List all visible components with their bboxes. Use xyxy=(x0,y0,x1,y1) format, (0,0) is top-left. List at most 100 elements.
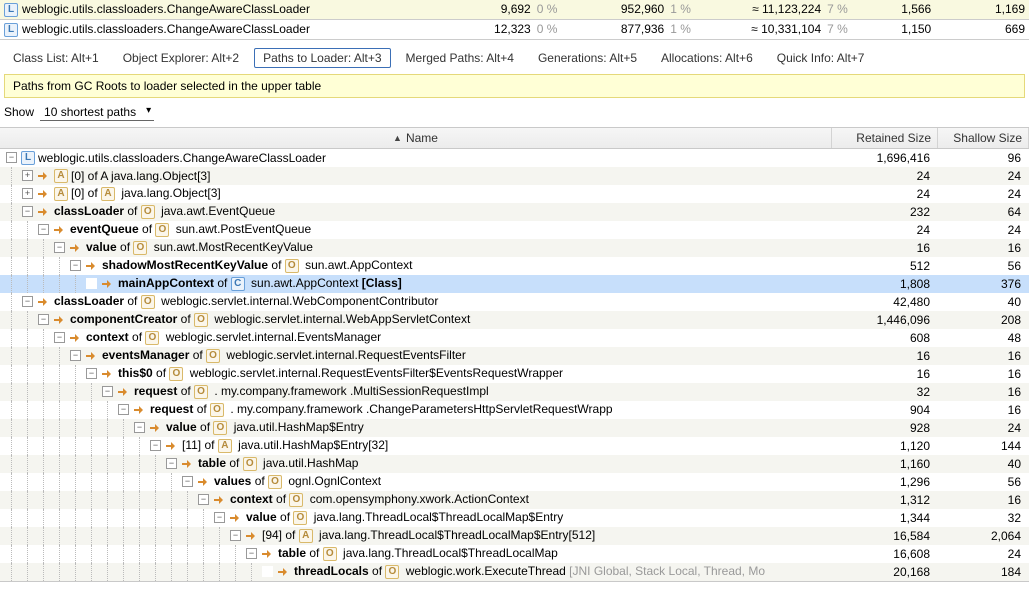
collapse-icon[interactable]: − xyxy=(22,296,33,307)
collapse-icon[interactable]: − xyxy=(54,242,65,253)
row-label: table of O java.util.HashMap xyxy=(198,456,358,471)
collapse-icon[interactable]: − xyxy=(182,476,193,487)
tree-row[interactable]: −request of O . my.company.framework .Mu… xyxy=(0,383,1029,401)
reference-icon xyxy=(69,241,83,255)
collapse-icon[interactable]: − xyxy=(230,530,241,541)
collapse-icon[interactable]: − xyxy=(38,224,49,235)
tab[interactable]: Object Explorer: Alt+2 xyxy=(114,48,248,68)
tree-row[interactable]: threadLocals of O weblogic.work.ExecuteT… xyxy=(0,563,1029,581)
class-name: weblogic.utils.classloaders.ChangeAwareC… xyxy=(22,2,310,16)
collapse-icon[interactable]: − xyxy=(38,314,49,325)
tab[interactable]: Quick Info: Alt+7 xyxy=(768,48,874,68)
collapse-icon[interactable]: − xyxy=(102,386,113,397)
type-icon: O xyxy=(293,511,307,525)
retained-size: 20,168 xyxy=(832,565,938,579)
retained-size: 512 xyxy=(832,259,938,273)
tree-row[interactable]: − context of O weblogic.servlet.internal.… xyxy=(0,329,1029,347)
reference-icon xyxy=(149,421,163,435)
tree-row[interactable]: −context of O com.opensymphony.xwork.Act… xyxy=(0,491,1029,509)
collapse-icon[interactable]: − xyxy=(70,350,81,361)
collapse-icon[interactable]: − xyxy=(86,368,97,379)
paths-tree[interactable]: ▲Name Retained Size Shallow Size −Lweblo… xyxy=(0,127,1029,582)
collapse-icon[interactable]: − xyxy=(54,332,65,343)
tree-row[interactable]: −[11] of A java.util.HashMap$Entry[32]1,… xyxy=(0,437,1029,455)
tree-row[interactable]: −values of O ognl.OgnlContext1,29656 xyxy=(0,473,1029,491)
shallow-size: 24 xyxy=(938,547,1029,561)
header-shallow[interactable]: Shallow Size xyxy=(938,128,1029,148)
row-label: classLoader of O weblogic.servlet.intern… xyxy=(54,294,438,309)
reference-icon xyxy=(133,403,147,417)
tree-row[interactable]: −shadowMostRecentKeyValue of O sun.awt.A… xyxy=(0,257,1029,275)
tree-row[interactable]: −classLoader of O java.awt.EventQueue232… xyxy=(0,203,1029,221)
retained-size: 1,120 xyxy=(832,439,938,453)
leaf-icon xyxy=(86,278,97,289)
retained-size: 16,608 xyxy=(832,547,938,561)
show-bar: Show 10 shortest paths xyxy=(0,100,1029,127)
tree-row[interactable]: −request of O . my.company.framework .Ch… xyxy=(0,401,1029,419)
top-class-table[interactable]: Lweblogic.utils.classloaders.ChangeAware… xyxy=(0,0,1029,40)
row-label: context of O weblogic.servlet.internal.E… xyxy=(86,330,381,345)
tree-row[interactable]: +A[0] of A java.lang.Object[3]2424 xyxy=(0,185,1029,203)
tree-row[interactable]: −componentCreator of O weblogic.servlet.… xyxy=(0,311,1029,329)
retained-size: 1,312 xyxy=(832,493,938,507)
shallow-size: 208 xyxy=(938,313,1029,327)
tree-row[interactable]: −eventsManager of O weblogic.servlet.int… xyxy=(0,347,1029,365)
shallow-size: 184 xyxy=(938,565,1029,579)
tree-header[interactable]: ▲Name Retained Size Shallow Size xyxy=(0,128,1029,149)
tree-row[interactable]: −this$0 of O weblogic.servlet.internal.R… xyxy=(0,365,1029,383)
tab[interactable]: Generations: Alt+5 xyxy=(529,48,646,68)
reference-icon xyxy=(181,457,195,471)
retained-size: 16 xyxy=(832,367,938,381)
tree-row[interactable]: − table of O java.lang.ThreadLocal$Thread… xyxy=(0,545,1029,563)
header-retained[interactable]: Retained Size xyxy=(832,128,938,148)
collapse-icon[interactable]: − xyxy=(198,494,209,505)
tab[interactable]: Paths to Loader: Alt+3 xyxy=(254,48,390,68)
leaf-icon xyxy=(262,566,273,577)
top-row[interactable]: Lweblogic.utils.classloaders.ChangeAware… xyxy=(0,0,1029,19)
collapse-icon[interactable]: − xyxy=(70,260,81,271)
collapse-icon[interactable]: − xyxy=(22,206,33,217)
row-label: table of O java.lang.ThreadLocal$ThreadL… xyxy=(278,546,558,561)
tree-row[interactable]: −value of O sun.awt.MostRecentKeyValue16… xyxy=(0,239,1029,257)
shallow-size: 56 xyxy=(938,475,1029,489)
collapse-icon[interactable]: − xyxy=(134,422,145,433)
retained-size: 1,808 xyxy=(832,277,938,291)
collapse-icon[interactable]: − xyxy=(214,512,225,523)
type-icon: O xyxy=(194,385,208,399)
tab[interactable]: Class List: Alt+1 xyxy=(4,48,108,68)
tree-row[interactable]: mainAppContext of C sun.awt.AppContext [… xyxy=(0,275,1029,293)
collapse-icon[interactable]: − xyxy=(6,152,17,163)
retained-size: 1,296 xyxy=(832,475,938,489)
tree-row[interactable]: −value of O java.util.HashMap$Entry92824 xyxy=(0,419,1029,437)
tree-row[interactable]: − classLoader of O weblogic.servlet.inter… xyxy=(0,293,1029,311)
row-label: [0] of A java.lang.Object[3] xyxy=(71,169,210,183)
collapse-icon[interactable]: − xyxy=(166,458,177,469)
sort-asc-icon: ▲ xyxy=(393,133,402,143)
tree-row[interactable]: −eventQueue of O sun.awt.PostEventQueue2… xyxy=(0,221,1029,239)
collapse-icon[interactable]: − xyxy=(150,440,161,451)
collapse-icon[interactable]: − xyxy=(118,404,129,415)
tree-row[interactable]: −[94] of A java.lang.ThreadLocal$ThreadL… xyxy=(0,527,1029,545)
tab[interactable]: Merged Paths: Alt+4 xyxy=(397,48,523,68)
type-icon: A xyxy=(299,529,313,543)
reference-icon xyxy=(117,385,131,399)
collapse-icon[interactable]: − xyxy=(246,548,257,559)
show-dropdown[interactable]: 10 shortest paths xyxy=(40,104,154,121)
tree-row[interactable]: +A[0] of A java.lang.Object[3]2424 xyxy=(0,167,1029,185)
expand-icon[interactable]: + xyxy=(22,188,33,199)
row-label: value of O java.lang.ThreadLocal$ThreadL… xyxy=(246,510,563,525)
retained-size: 1,160 xyxy=(832,457,938,471)
reference-icon xyxy=(277,565,291,579)
expand-icon[interactable]: + xyxy=(22,170,33,181)
tree-row[interactable]: −table of O java.util.HashMap1,16040 xyxy=(0,455,1029,473)
header-name[interactable]: ▲Name xyxy=(0,128,832,148)
tab[interactable]: Allocations: Alt+6 xyxy=(652,48,762,68)
tree-row[interactable]: −Lweblogic.utils.classloaders.ChangeAwar… xyxy=(0,149,1029,167)
reference-icon xyxy=(197,475,211,489)
row-label: value of O sun.awt.MostRecentKeyValue xyxy=(86,240,313,255)
retained-size: 1,696,416 xyxy=(832,151,938,165)
top-row[interactable]: Lweblogic.utils.classloaders.ChangeAware… xyxy=(0,19,1029,39)
type-icon: O xyxy=(194,313,208,327)
tree-row[interactable]: − value of O java.lang.ThreadLocal$Thread… xyxy=(0,509,1029,527)
type-icon: O xyxy=(141,295,155,309)
